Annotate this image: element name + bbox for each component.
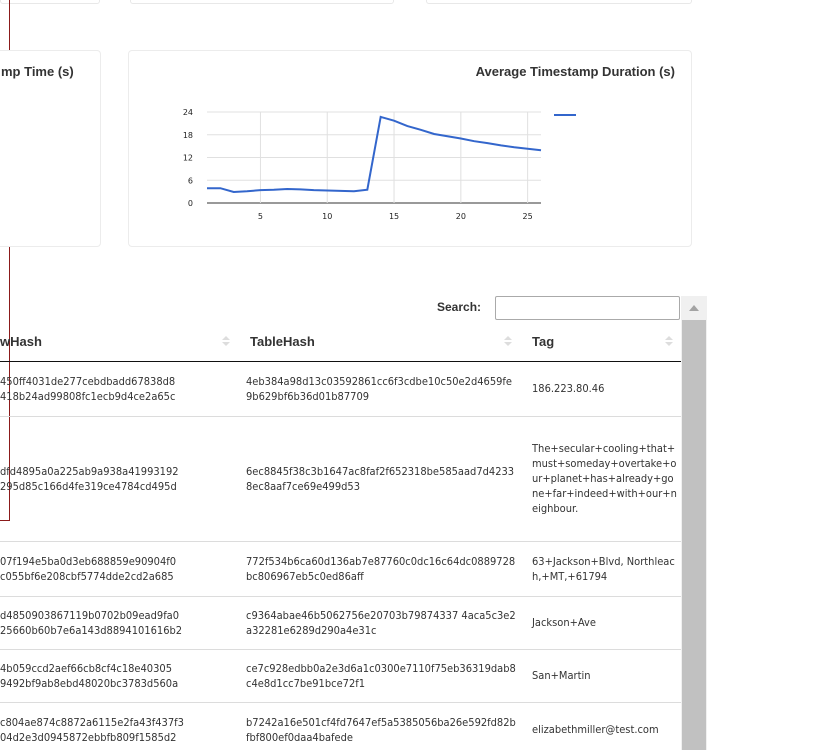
y-tick-label: 12 — [183, 154, 193, 163]
line-chart: 0 6 12 18 24 5 10 15 20 25 — [183, 108, 576, 221]
row-hash-line: 07f194e5ba0d3eb688859e90904f0 — [0, 554, 177, 568]
table-row: d4850903867119b0702b09ead9fa0 25660b60b7e… — [0, 596, 681, 650]
row-hash-line: dfd4895a0a225ab9a938a41993192 — [0, 464, 179, 478]
table-hash-cell: ce7c928edbb0a2e3d6a1c0300e7110f75eb36319… — [238, 649, 520, 703]
search-input[interactable] — [495, 296, 680, 320]
top-card-3 — [426, 0, 692, 4]
tag-cell: Jackson+Ave — [520, 596, 681, 650]
x-tick-label: 5 — [258, 212, 263, 221]
row-hash-line: 25660b60b7e6a143d8894101616b2 — [0, 623, 183, 637]
table-row: 4b059ccd2aef66cb8cf4c18e40305 9492bf9ab8e… — [0, 649, 681, 703]
table-hash-cell: 772f534b6ca60d136ab7e87760c0dc16c64dc088… — [238, 541, 520, 597]
row-hash-line: d4850903867119b0702b09ead9fa0 — [0, 608, 180, 622]
x-tick-label: 10 — [322, 212, 332, 221]
row-hash-line: 4b059ccd2aef66cb8cf4c18e40305 — [0, 661, 172, 675]
sort-icon — [504, 335, 512, 349]
y-tick-label: 6 — [188, 176, 193, 185]
table-row: 450ff4031de277cebdbadd67838d8 418b24ad998… — [0, 361, 681, 417]
row-hash-line: c804ae874c8872a6115e2fa43f437f3 — [0, 715, 184, 729]
table-row: c804ae874c8872a6115e2fa43f437f3 04d2e3d09… — [0, 702, 681, 750]
row-hash-line: 418b24ad99808fc1ecb9d4ce2a65c — [0, 389, 176, 403]
row-hash-line: 04d2e3d0945872ebbfb809f1585d2 — [0, 730, 177, 744]
row-hash-line: 9492bf9ab8ebd48020bc3783d560a — [0, 676, 179, 690]
table-row: 07f194e5ba0d3eb688859e90904f0 c055bf6e208… — [0, 541, 681, 597]
x-tick-label: 25 — [523, 212, 533, 221]
table-hash-cell: 6ec8845f38c3b1647ac8faf2f652318be585aad7… — [238, 416, 520, 542]
row-hash-cell: d4850903867119b0702b09ead9fa0 25660b60b7e… — [0, 596, 238, 650]
tag-cell: San+Martin — [520, 649, 681, 703]
x-tick-label: 20 — [456, 212, 466, 221]
column-header-row-hash[interactable]: wHash — [0, 323, 238, 362]
table-hash-cell: 4eb384a98d13c03592861cc6f3cdbe10c50e2d46… — [238, 361, 520, 417]
row-hash-line: c055bf6e208cbf5774dde2cd2a685 — [0, 569, 174, 583]
table-hash-cell: b7242a16e501cf4fd7647ef5a5385056ba26e592… — [238, 702, 520, 750]
sort-icon — [222, 335, 230, 349]
scroll-up-button[interactable] — [681, 296, 707, 320]
tag-cell: The+secular+cooling+that+must+someday+ov… — [520, 416, 681, 542]
y-tick-label: 0 — [188, 199, 193, 208]
row-hash-cell: 4b059ccd2aef66cb8cf4c18e40305 9492bf9ab8e… — [0, 649, 238, 703]
table-row: dfd4895a0a225ab9a938a41993192 295d85c166d… — [0, 416, 681, 542]
search-label: Search: — [437, 300, 482, 314]
column-header-tag[interactable]: Tag — [520, 323, 681, 362]
sort-icon — [665, 335, 673, 349]
data-table: wHash TableHash Tag 450ff4031de277cebdba… — [0, 323, 681, 750]
y-tick-label: 24 — [183, 108, 193, 117]
row-hash-line: 295d85c166d4fe319ce4784cd495d — [0, 479, 177, 493]
x-tick-label: 15 — [389, 212, 399, 221]
chart-title: mp Time (s) — [1, 64, 74, 79]
tag-cell: 186.223.80.46 — [520, 361, 681, 417]
vertical-scrollbar[interactable] — [681, 296, 707, 750]
column-header-label: wHash — [0, 334, 42, 350]
row-hash-cell: c804ae874c8872a6115e2fa43f437f3 04d2e3d09… — [0, 702, 238, 750]
tag-cell: 63+Jackson+Blvd, Northleach,+MT,+61794 — [520, 541, 681, 597]
arrow-up-icon — [689, 305, 699, 311]
column-header-label: TableHash — [250, 334, 315, 350]
row-hash-cell: 450ff4031de277cebdbadd67838d8 418b24ad998… — [0, 361, 238, 417]
table-header-row: wHash TableHash Tag — [0, 323, 681, 362]
column-header-label: Tag — [532, 334, 555, 350]
tag-cell: elizabethmiller@test.com — [520, 702, 681, 750]
row-hash-cell: dfd4895a0a225ab9a938a41993192 295d85c166d… — [0, 416, 238, 542]
timestamp-chart-card: mp Time (s) — [0, 50, 101, 247]
column-header-table-hash[interactable]: TableHash — [238, 323, 520, 362]
row-hash-line: 450ff4031de277cebdbadd67838d8 — [0, 374, 176, 388]
duration-chart-card: Average Timestamp Duration (s) 0 6 12 18 24 5… — [128, 50, 692, 247]
top-card-2 — [130, 0, 394, 4]
top-card-1 — [0, 0, 100, 4]
scroll-thumb[interactable] — [682, 320, 706, 750]
table-hash-cell: c9364abae46b5062756e20703b79874337 4aca5… — [238, 596, 520, 650]
y-tick-label: 18 — [183, 131, 193, 140]
row-hash-cell: 07f194e5ba0d3eb688859e90904f0 c055bf6e208… — [0, 541, 238, 597]
